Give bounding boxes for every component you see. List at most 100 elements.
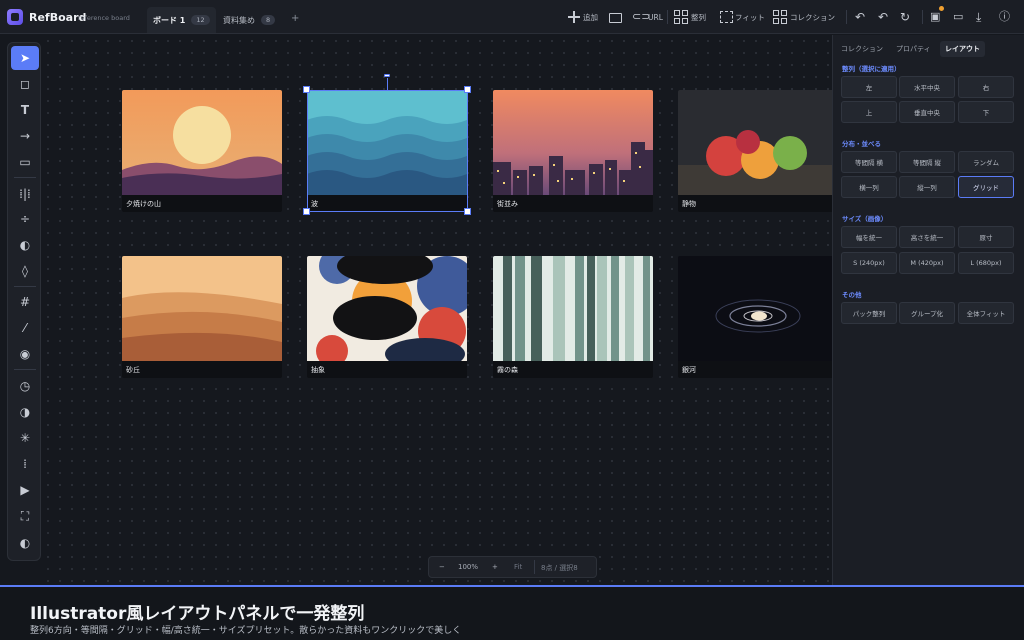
grid-button[interactable]: グリッド	[958, 176, 1014, 198]
app-window: RefBoard reference board ボード 1 12 資料集め 8…	[0, 0, 1024, 640]
align-left-button[interactable]: 左	[841, 76, 897, 98]
card-image	[122, 256, 282, 361]
image-card-sunset-mountain[interactable]: 夕焼けの山	[122, 90, 282, 212]
theme-tool-icon[interactable]: ◐	[11, 531, 39, 555]
left-toolbar: ➤ ◻ T → ▭ ⁞|⁞ ÷ ◐ ◊ # ⁄ ◉ ◷ ◑ ✳ ⁞ ▶ ⛶ ◐	[7, 42, 41, 561]
grid-tool-icon[interactable]: #	[11, 290, 39, 314]
tab-board-1[interactable]: ボード 1 12	[147, 7, 216, 33]
size-l-button[interactable]: L (680px)	[958, 252, 1014, 274]
card-caption: 静物	[682, 200, 696, 208]
align-vcenter-button[interactable]: 垂直中央	[899, 101, 955, 123]
select-tool-icon[interactable]: ➤	[11, 46, 39, 70]
toolbar-divider	[922, 10, 923, 24]
align-top-button[interactable]: 上	[841, 101, 897, 123]
folder-button[interactable]	[609, 7, 622, 27]
image-card-still-life[interactable]: 静物	[678, 90, 832, 212]
plus-icon	[567, 10, 581, 24]
note-tool-icon[interactable]: ◻	[11, 72, 39, 96]
size-s-button[interactable]: S (240px)	[841, 252, 897, 274]
resize-handle-se[interactable]	[464, 208, 471, 215]
board-canvas[interactable]: 夕焼けの山 波 街並み 静物 砂丘 抽象 霧の森 銀河	[42, 35, 832, 585]
card-caption: 霧の森	[497, 366, 518, 374]
fit-all-button[interactable]: 全体フィット	[958, 302, 1014, 324]
fit-button[interactable]: フィット	[720, 7, 765, 27]
drop-tool-icon[interactable]: ◊	[11, 259, 39, 283]
help-icon[interactable]: ⓘ	[999, 10, 1010, 24]
original-size-button[interactable]: 原寸	[958, 226, 1014, 248]
image-card-abstract[interactable]: 抽象	[307, 256, 467, 378]
match-width-button[interactable]: 幅を統一	[841, 226, 897, 248]
rotate-handle[interactable]	[384, 74, 390, 77]
refresh-icon[interactable]: ↻	[900, 10, 910, 24]
contrast-tool-icon[interactable]: ◐	[11, 233, 39, 257]
pattern-tool-icon[interactable]: ⁞	[11, 452, 39, 476]
eyedropper-tool-icon[interactable]: ⁄	[11, 316, 39, 340]
brightness-tool-icon[interactable]: ✳	[11, 426, 39, 450]
history-tool-icon[interactable]: ◷	[11, 374, 39, 398]
slideshow-tool-icon[interactable]: ▶	[11, 478, 39, 502]
distribute-h-button[interactable]: 等間隔 横	[841, 151, 897, 173]
url-button[interactable]: ⊂⊃ URL	[632, 7, 663, 27]
image-card-cityscape[interactable]: 街並み	[493, 90, 653, 212]
add-button[interactable]: 追加	[567, 7, 598, 27]
panel-tab-layout[interactable]: レイアウト	[940, 41, 985, 57]
download-icon[interactable]: ⤓	[976, 10, 981, 24]
match-height-button[interactable]: 高さを統一	[899, 226, 955, 248]
fit-label: フィット	[735, 12, 765, 22]
zoom-fit-button[interactable]: Fit	[514, 563, 522, 571]
random-button[interactable]: ランダム	[958, 151, 1014, 173]
single-row-button[interactable]: 横一列	[841, 176, 897, 198]
redo-icon[interactable]: ↶	[878, 10, 888, 24]
caption-subtext: 整列6方向・等間隔・グリッド・幅/高さ統一・サイズプリセット。散らかった資料もワ…	[30, 626, 462, 636]
zoom-divider	[534, 560, 535, 574]
add-tab-button[interactable]: +	[291, 13, 299, 24]
open-folder-icon[interactable]: ▭	[953, 10, 963, 24]
collection-grid-icon	[773, 10, 788, 24]
tab-count-badge: 12	[191, 15, 210, 25]
group-button[interactable]: グループ化	[899, 302, 955, 324]
top-bar: RefBoard reference board ボード 1 12 資料集め 8…	[0, 0, 1024, 34]
other-section-title: その他	[842, 291, 862, 299]
tab-label: ボード 1	[153, 15, 186, 25]
undo-icon[interactable]: ↶	[855, 10, 865, 24]
image-card-galaxy[interactable]: 銀河	[678, 256, 832, 378]
resize-handle-ne[interactable]	[464, 86, 471, 93]
pack-align-button[interactable]: パック整列	[841, 302, 897, 324]
distribute-h-tool-icon[interactable]: ⁞|⁞	[11, 182, 39, 206]
size-m-button[interactable]: M (420px)	[899, 252, 955, 274]
palette-tool-icon[interactable]: ◉	[11, 342, 39, 366]
image-card-dunes[interactable]: 砂丘	[122, 256, 282, 378]
selection-status: 8点 / 選択8	[541, 564, 578, 572]
add-label: 追加	[583, 12, 598, 22]
selection-box[interactable]	[307, 90, 468, 212]
image-card-misty-forest[interactable]: 霧の森	[493, 256, 653, 378]
distribute-section-title: 分布・並べる	[842, 140, 881, 148]
align-right-button[interactable]: 右	[958, 76, 1014, 98]
fullscreen-tool-icon[interactable]: ⛶	[11, 504, 39, 528]
rotate-handle-stem	[387, 78, 388, 90]
tab-label: 資料集め	[223, 15, 255, 25]
distribute-v-tool-icon[interactable]: ÷	[11, 207, 39, 231]
panel-tab-properties[interactable]: プロパティ	[891, 41, 936, 57]
rect-tool-icon[interactable]: ▭	[11, 150, 39, 174]
align-button[interactable]: 整列	[674, 7, 706, 27]
feature-caption-banner: Illustrator風レイアウトパネルで一発整列 整列6方向・等間隔・グリッド…	[0, 585, 1024, 640]
panel-tab-collection[interactable]: コレクション	[836, 41, 888, 57]
align-hcenter-button[interactable]: 水平中央	[899, 76, 955, 98]
single-column-button[interactable]: 縦一列	[899, 176, 955, 198]
zoom-out-button[interactable]: −	[439, 563, 445, 571]
zoom-in-button[interactable]: +	[492, 563, 498, 571]
resize-handle-sw[interactable]	[303, 208, 310, 215]
distribute-v-button[interactable]: 等間隔 縦	[899, 151, 955, 173]
align-bottom-button[interactable]: 下	[958, 101, 1014, 123]
fit-frame-icon	[720, 11, 733, 23]
text-tool-icon[interactable]: T	[11, 98, 39, 122]
tab-materials[interactable]: 資料集め 8	[217, 7, 281, 33]
resize-handle-nw[interactable]	[303, 86, 310, 93]
invert-tool-icon[interactable]: ◑	[11, 400, 39, 424]
collection-button[interactable]: コレクション	[773, 7, 835, 27]
arrow-tool-icon[interactable]: →	[11, 124, 39, 148]
collection-label: コレクション	[790, 12, 835, 22]
save-icon[interactable]: ▣	[930, 10, 940, 24]
tool-divider	[14, 286, 36, 287]
